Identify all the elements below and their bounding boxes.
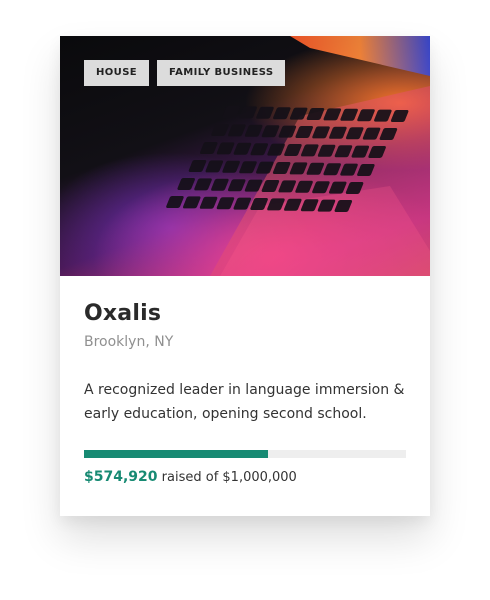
campaign-card[interactable]: HOUSE FAMILY BUSINESS Oxalis Brooklyn, N… bbox=[60, 36, 430, 516]
raised-amount: $574,920 bbox=[84, 469, 158, 485]
tag-house[interactable]: HOUSE bbox=[84, 60, 150, 86]
card-body: Oxalis Brooklyn, NY A recognized leader … bbox=[60, 276, 430, 487]
raised-goal-text: raised of $1,000,000 bbox=[161, 470, 297, 485]
tag-family-business[interactable]: FAMILY BUSINESS bbox=[157, 60, 286, 86]
funding-progress-bar bbox=[84, 450, 406, 458]
card-title[interactable]: Oxalis bbox=[84, 300, 406, 328]
funding-summary: $574,920 raised of $1,000,000 bbox=[84, 468, 406, 487]
card-location: Brooklyn, NY bbox=[84, 334, 174, 350]
tag-list: HOUSE FAMILY BUSINESS bbox=[84, 60, 286, 86]
card-description: A recognized leader in language immersio… bbox=[84, 382, 405, 422]
card-image-laptop-keyboard: HOUSE FAMILY BUSINESS bbox=[60, 36, 430, 276]
funding-progress-fill bbox=[84, 450, 268, 458]
